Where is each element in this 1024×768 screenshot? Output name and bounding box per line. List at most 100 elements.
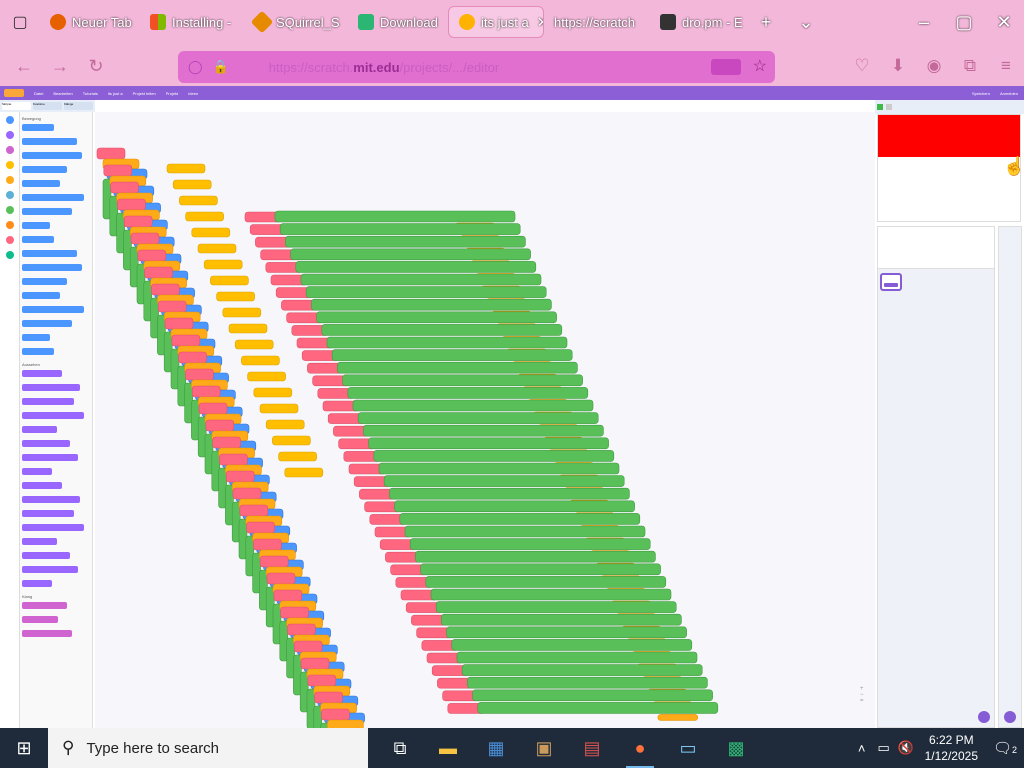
event-block[interactable]: [203, 259, 243, 270]
palette-block[interactable]: [22, 482, 62, 489]
tab-1[interactable]: Installing -: [140, 4, 244, 40]
event-hat-block[interactable]: [239, 504, 269, 517]
operator-block[interactable]: [399, 513, 641, 525]
firefox-taskbar-icon[interactable]: ●: [616, 728, 664, 768]
tab-code[interactable]: Skripte: [2, 102, 31, 110]
menu-icon[interactable]: ≡: [988, 56, 1024, 76]
url-bar[interactable]: ◯ 🔒 https://scratch.mit.edu/projects/...…: [178, 51, 775, 83]
operator-block[interactable]: [326, 336, 568, 349]
operator-block[interactable]: [430, 588, 672, 601]
file-explorer-icon[interactable]: ▬: [424, 728, 472, 768]
menu-item[interactable]: its just a: [108, 91, 123, 96]
operator-block[interactable]: [425, 576, 667, 588]
operator-block[interactable]: [321, 324, 563, 336]
task-view-icon[interactable]: ⧉: [376, 728, 424, 768]
chevron-up-icon[interactable]: ˄: [851, 741, 873, 756]
event-block[interactable]: [272, 435, 311, 446]
sign-in-link[interactable]: Anmelden: [1000, 91, 1018, 96]
event-hat-block[interactable]: [198, 402, 228, 415]
stop-icon[interactable]: [886, 104, 892, 110]
remote-desktop-icon[interactable]: ▭: [664, 728, 712, 768]
event-block[interactable]: [222, 307, 262, 318]
event-hat-block[interactable]: [287, 623, 316, 636]
palette-block[interactable]: [22, 194, 84, 201]
clock[interactable]: 6:22 PM 1/12/2025: [917, 732, 986, 764]
notification-center-icon[interactable]: 🗨2: [986, 739, 1024, 757]
event-hat-block[interactable]: [151, 283, 180, 296]
reload-button[interactable]: ↻: [78, 56, 114, 77]
minimize-button[interactable]: –: [904, 12, 944, 33]
event-hat-block[interactable]: [123, 215, 153, 228]
green-flag-icon[interactable]: [877, 104, 883, 110]
windows-start-icon[interactable]: ⊞: [0, 728, 48, 768]
operator-block[interactable]: [472, 689, 713, 702]
palette-block[interactable]: [22, 580, 52, 587]
event-hat-block[interactable]: [266, 572, 296, 585]
event-hat-block[interactable]: [225, 470, 255, 483]
operator-block[interactable]: [331, 349, 573, 361]
category-dot[interactable]: [5, 131, 14, 139]
stage[interactable]: [877, 114, 1021, 222]
operator-block[interactable]: [368, 437, 609, 450]
event-block[interactable]: [247, 371, 286, 382]
event-hat-block[interactable]: [157, 300, 187, 313]
event-block[interactable]: [278, 451, 317, 462]
event-hat-block[interactable]: [307, 674, 337, 687]
menu-item[interactable]: Datei: [34, 91, 43, 96]
close-window-button[interactable]: ✕: [984, 12, 1024, 33]
operator-block[interactable]: [300, 273, 542, 286]
event-hat-block[interactable]: [96, 147, 126, 160]
operator-block[interactable]: [451, 639, 693, 651]
back-button[interactable]: ←: [6, 56, 42, 77]
operator-block[interactable]: [305, 286, 547, 298]
event-block[interactable]: [166, 163, 206, 174]
palette-block[interactable]: [22, 334, 50, 341]
scratch-logo-icon[interactable]: [4, 89, 24, 97]
operator-block[interactable]: [456, 651, 698, 664]
operator-block[interactable]: [373, 450, 615, 462]
palette-block[interactable]: [22, 180, 60, 187]
palette-block[interactable]: [22, 292, 60, 299]
script-workspace[interactable]: [95, 112, 875, 728]
operator-block[interactable]: [363, 424, 604, 437]
event-hat-block[interactable]: [293, 640, 323, 653]
operator-block[interactable]: [409, 538, 651, 550]
event-block[interactable]: [185, 211, 224, 222]
event-hat-block[interactable]: [321, 708, 350, 721]
palette-block[interactable]: [22, 496, 80, 503]
new-tab-button[interactable]: +: [746, 12, 786, 33]
category-dot[interactable]: [5, 221, 14, 229]
event-block[interactable]: [253, 387, 293, 398]
category-dot[interactable]: [5, 176, 14, 184]
palette-block[interactable]: [22, 616, 58, 623]
event-hat-block[interactable]: [117, 198, 146, 211]
event-hat-block[interactable]: [110, 181, 139, 194]
event-hat-block[interactable]: [191, 385, 221, 398]
palette-block[interactable]: [22, 166, 67, 173]
pocket-icon[interactable]: ♡: [844, 56, 880, 76]
operator-block[interactable]: [446, 626, 687, 639]
operator-block[interactable]: [435, 601, 677, 613]
palette-block[interactable]: [22, 412, 84, 419]
volume-muted-icon[interactable]: 🔇: [895, 740, 917, 756]
event-block[interactable]: [284, 467, 324, 478]
tab-2[interactable]: SQuirrel_S: [244, 4, 348, 40]
event-hat-block[interactable]: [137, 249, 167, 262]
category-dot[interactable]: [5, 236, 14, 244]
event-hat-block[interactable]: [212, 436, 241, 449]
palette-block[interactable]: [22, 348, 54, 355]
event-hat-block[interactable]: [205, 419, 235, 432]
maximize-button[interactable]: ▢: [944, 12, 984, 33]
operator-block[interactable]: [378, 462, 620, 475]
event-hat-block[interactable]: [232, 487, 262, 500]
event-hat-block[interactable]: [246, 521, 275, 534]
downloads-icon[interactable]: ⬇: [880, 56, 916, 76]
menu-item[interactable]: Bearbeiten: [53, 91, 72, 96]
operator-block[interactable]: [342, 374, 583, 387]
palette-block[interactable]: [22, 124, 54, 131]
event-hat-block[interactable]: [185, 368, 214, 381]
operator-block[interactable]: [274, 210, 516, 223]
palette-block[interactable]: [22, 454, 78, 461]
palette-block[interactable]: [22, 278, 67, 285]
event-block[interactable]: [179, 195, 218, 206]
